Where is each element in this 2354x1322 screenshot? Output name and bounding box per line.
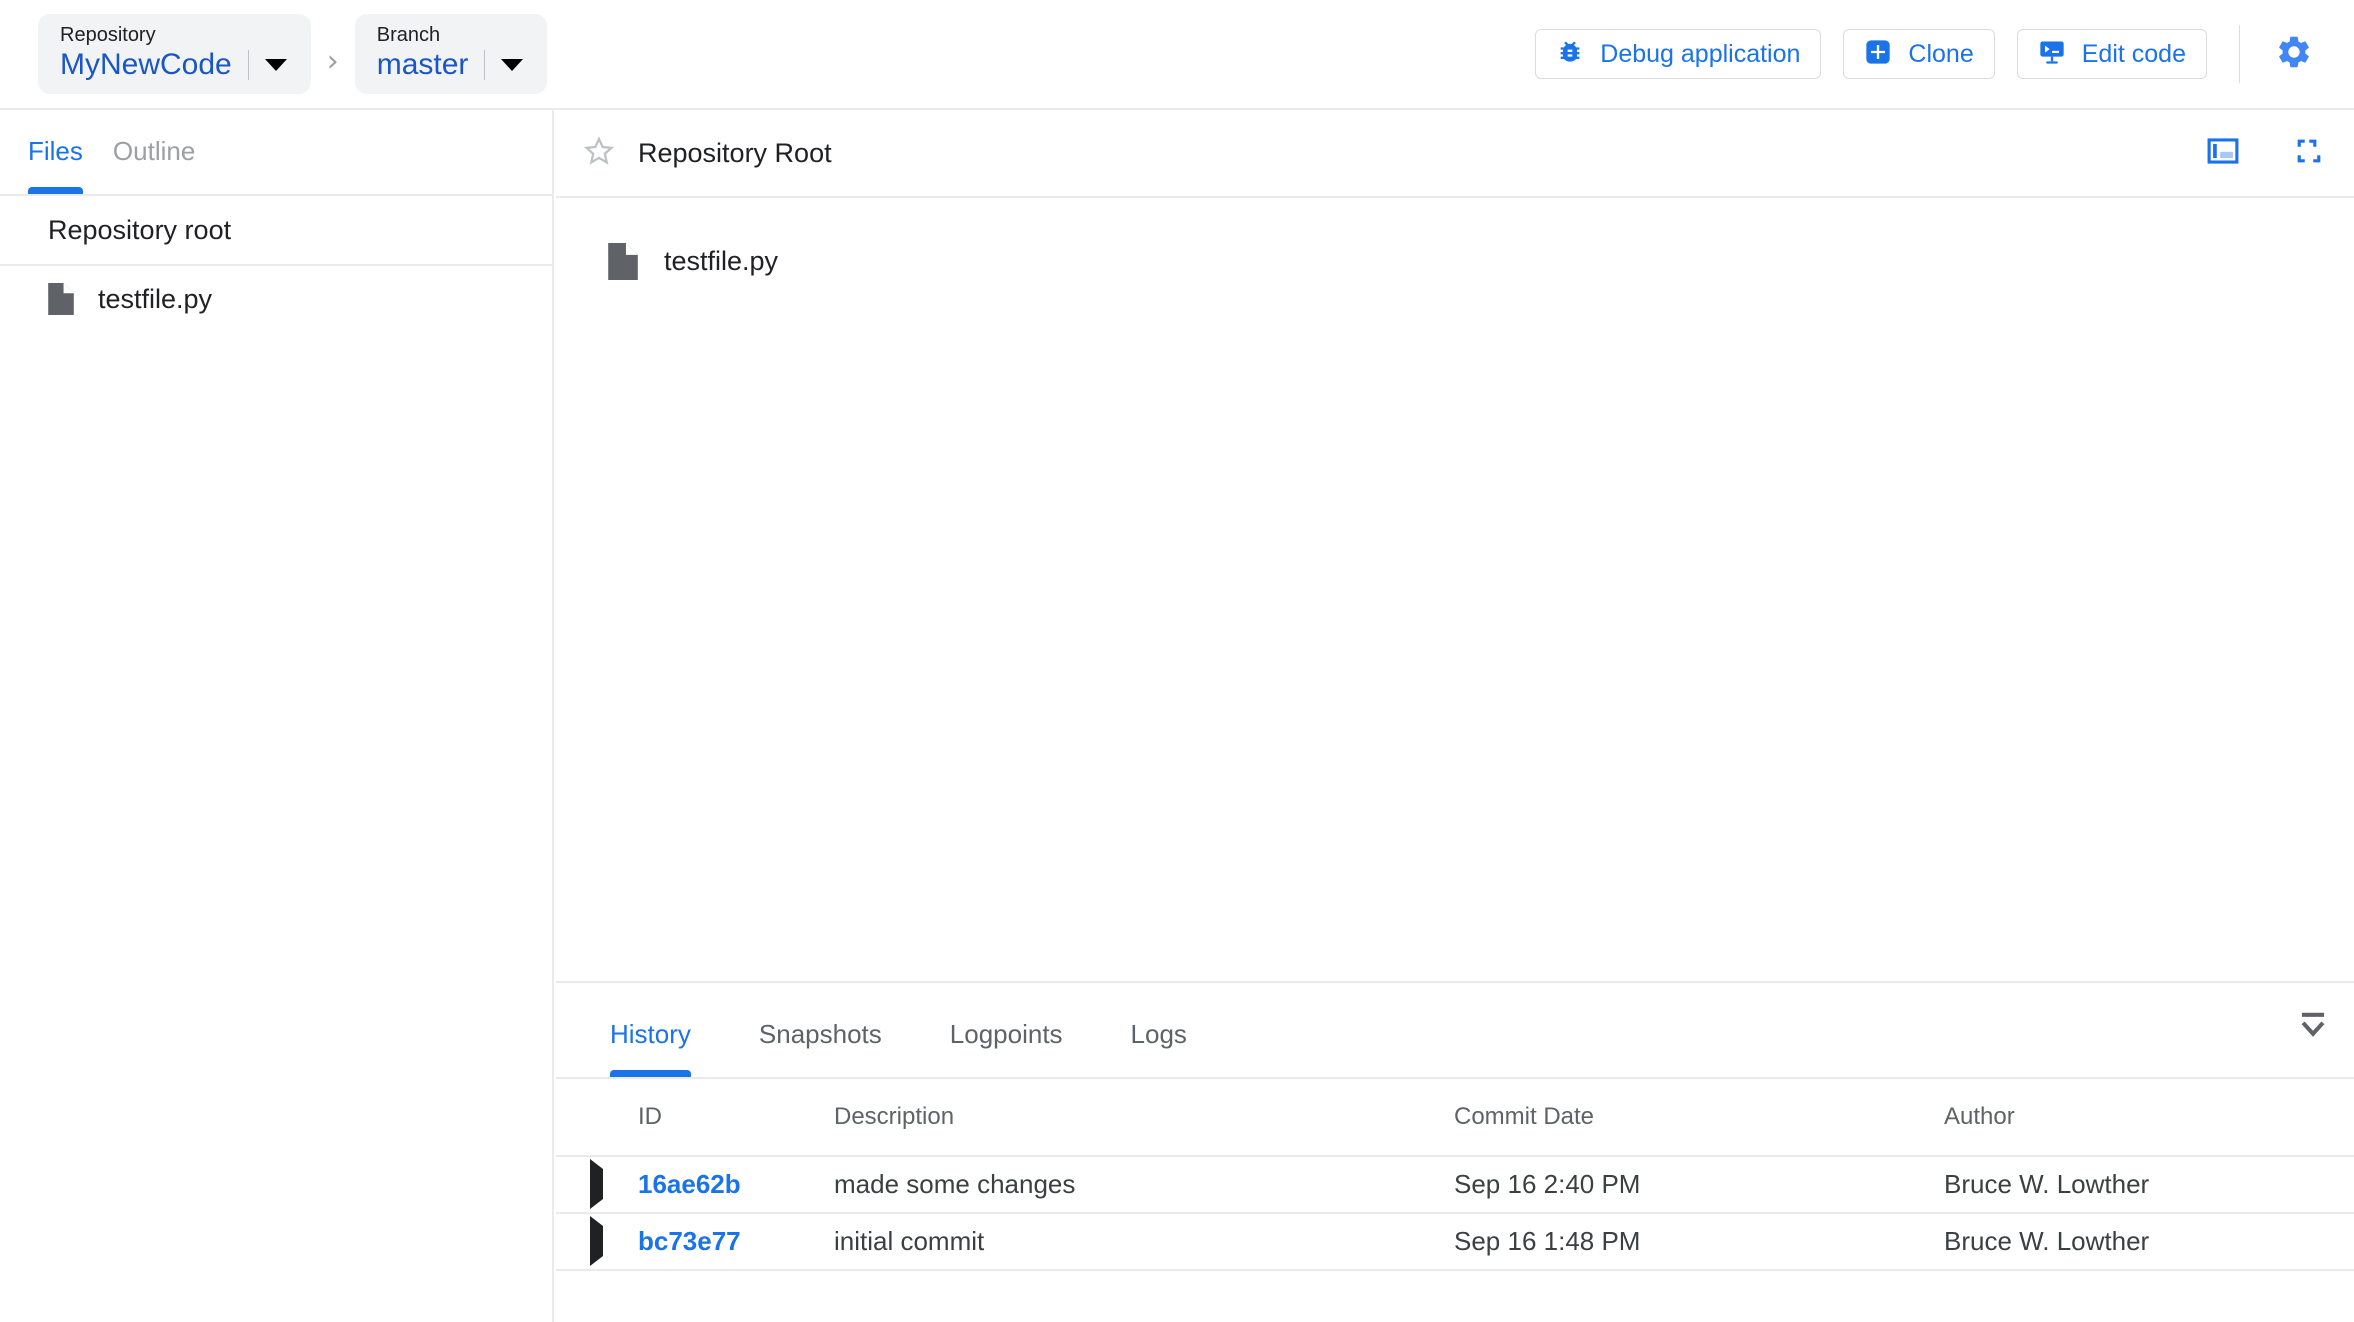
fullscreen-icon[interactable] (2292, 134, 2326, 173)
column-header-expand (556, 1079, 638, 1156)
column-header-author: Author (1944, 1103, 2015, 1130)
tab-files-label: Files (28, 136, 83, 166)
row-author-cell: Bruce W. Lowther (1944, 1212, 2354, 1269)
tab-logpoints[interactable]: Logpoints (950, 993, 1063, 1077)
main-file-label: testfile.py (664, 245, 779, 276)
page-title: Repository Root (638, 137, 832, 168)
tab-logs-label: Logs (1130, 1019, 1187, 1049)
edit-code-label: Edit code (2081, 39, 2186, 68)
triangle-right-icon[interactable] (590, 1216, 603, 1266)
row-id-cell: 16ae62b (638, 1155, 834, 1213)
toolbar-divider (2239, 25, 2240, 83)
tab-logs[interactable]: Logs (1131, 993, 1187, 1077)
row-id-cell: bc73e77 (638, 1212, 834, 1269)
breadcrumb: Repository MyNewCode › Branch master (38, 14, 548, 94)
repository-selector-label: Repository (60, 24, 156, 46)
plus-square-icon (1864, 38, 1892, 71)
row-expand-cell[interactable] (556, 1212, 638, 1269)
row-commit-date-cell: Sep 16 2:40 PM (1454, 1155, 1944, 1213)
history-table: ID Description Commit Date Author 16ae62… (556, 1079, 2354, 1269)
table-header-row: ID Description Commit Date Author (556, 1079, 2354, 1156)
debug-application-label: Debug application (1600, 39, 1801, 68)
main-panel-header-actions (2154, 134, 2326, 173)
file-icon (608, 242, 638, 280)
tab-history-label: History (610, 1019, 691, 1049)
table-row[interactable]: 16ae62b made some changes Sep 16 2:40 PM… (556, 1155, 2354, 1213)
gear-icon (2275, 33, 2313, 76)
commit-id-link[interactable]: 16ae62b (638, 1169, 741, 1199)
repository-selector[interactable]: Repository MyNewCode (38, 14, 311, 94)
split-panel-icon[interactable] (2206, 134, 2240, 173)
main-panel-body: testfile.py (556, 198, 2354, 288)
branch-selector-label: Branch (376, 24, 441, 46)
commit-id-link[interactable]: bc73e77 (638, 1226, 741, 1256)
main-panel: Repository Root testfile.py (556, 110, 2354, 983)
branch-selector-value: master (376, 48, 469, 81)
column-header-description: Description (834, 1103, 955, 1130)
debug-application-button[interactable]: Debug application (1535, 29, 1822, 79)
sidebar-repository-root-label: Repository root (48, 214, 232, 245)
tab-outline-label: Outline (112, 136, 196, 166)
tab-snapshots[interactable]: Snapshots (759, 993, 882, 1077)
tab-history[interactable]: History (610, 993, 691, 1077)
chevron-down-icon[interactable] (264, 59, 287, 71)
sidebar-file-label: testfile.py (98, 283, 213, 314)
edit-code-button[interactable]: Edit code (2016, 29, 2207, 79)
chevron-down-icon[interactable] (501, 59, 524, 71)
bug-icon (1556, 38, 1584, 71)
bottom-panel: History Snapshots Logpoints Logs ID Desc… (556, 993, 2354, 1322)
row-commit-date-cell: Sep 16 1:48 PM (1454, 1212, 1944, 1269)
table-row[interactable]: bc73e77 initial commit Sep 16 1:48 PM Br… (556, 1212, 2354, 1269)
collapse-panel-icon (2294, 1012, 2332, 1047)
row-description-cell: initial commit (834, 1212, 1454, 1269)
repository-selector-divider (247, 50, 249, 80)
main-panel-header: Repository Root (556, 110, 2354, 198)
repository-selector-value: MyNewCode (60, 48, 232, 81)
sidebar-item-testfile[interactable]: testfile.py (0, 266, 552, 332)
breadcrumb-separator: › (326, 43, 339, 79)
tab-logpoints-label: Logpoints (949, 1019, 1063, 1049)
clone-button[interactable]: Clone (1843, 29, 1995, 79)
table-bottom-divider (556, 1269, 2354, 1271)
tab-outline[interactable]: Outline (113, 110, 195, 194)
clone-label: Clone (1908, 39, 1974, 68)
collapse-panel-button[interactable] (2294, 1011, 2332, 1048)
sidebar-tabs: Files Outline (0, 110, 552, 196)
sidebar: Files Outline Repository root testfile.p… (0, 110, 554, 1322)
top-bar: Repository MyNewCode › Branch master Deb… (0, 0, 2354, 110)
branch-selector[interactable]: Branch master (354, 14, 548, 94)
row-author-cell: Bruce W. Lowther (1944, 1155, 2354, 1213)
column-header-id: ID (638, 1103, 662, 1130)
terminal-icon (2038, 38, 2066, 71)
triangle-right-icon[interactable] (590, 1159, 603, 1209)
bottom-panel-tabs: History Snapshots Logpoints Logs (556, 993, 2354, 1079)
tab-snapshots-label: Snapshots (758, 1019, 882, 1049)
main-file-item-testfile[interactable]: testfile.py (556, 234, 2354, 288)
sidebar-item-repository-root[interactable]: Repository root (0, 196, 552, 266)
file-icon (48, 283, 74, 315)
row-description-cell: made some changes (834, 1155, 1454, 1213)
star-outline-icon[interactable] (582, 134, 616, 173)
settings-button[interactable] (2264, 24, 2324, 84)
tab-files[interactable]: Files (28, 110, 83, 194)
column-header-commit-date: Commit Date (1454, 1103, 1595, 1130)
row-expand-cell[interactable] (556, 1155, 638, 1213)
top-bar-actions: Debug application Clone Edit code (1513, 24, 2354, 84)
branch-selector-divider (484, 50, 486, 80)
